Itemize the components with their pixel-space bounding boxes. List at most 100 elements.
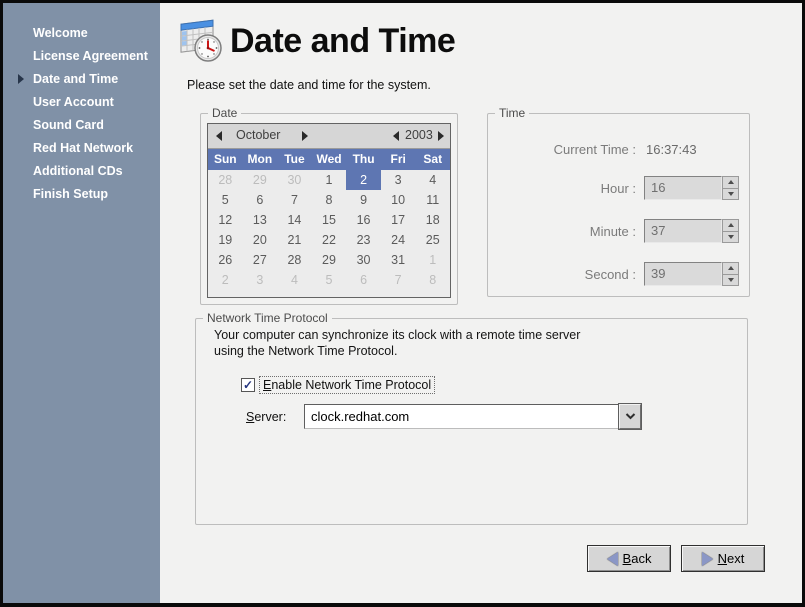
calendar-day-selected[interactable]: 2	[346, 170, 381, 190]
calendar-day[interactable]: 18	[415, 210, 450, 230]
calendar-day[interactable]: 3	[243, 270, 278, 290]
back-arrow-icon	[607, 552, 618, 566]
minute-up-button[interactable]	[722, 219, 739, 232]
hour-up-button[interactable]	[722, 176, 739, 189]
calendar-day[interactable]: 11	[415, 190, 450, 210]
calendar-day[interactable]: 24	[381, 230, 416, 250]
calendar-day[interactable]: 25	[415, 230, 450, 250]
calendar-day[interactable]: 6	[346, 270, 381, 290]
enable-ntp-label[interactable]: Enable Network Time Protocol	[259, 376, 435, 394]
hour-input[interactable]: 16	[644, 176, 722, 200]
calendar-day[interactable]: 29	[312, 250, 347, 270]
sidebar-item-date-and-time[interactable]: Date and Time	[3, 68, 160, 91]
calendar-day[interactable]: 20	[243, 230, 278, 250]
hour-row: Hour : 16	[488, 176, 749, 200]
sidebar-item-additional-cds[interactable]: Additional CDs	[3, 160, 160, 183]
calendar-day[interactable]: 4	[415, 170, 450, 190]
server-dropdown-button[interactable]	[619, 404, 641, 429]
next-button-label: Next	[718, 551, 745, 566]
calendar-day[interactable]: 28	[208, 170, 243, 190]
ntp-group-label: Network Time Protocol	[203, 311, 332, 325]
sidebar-item-user-account[interactable]: User Account	[3, 91, 160, 114]
sidebar-item-welcome[interactable]: Welcome	[3, 22, 160, 45]
prev-month-arrow[interactable]	[216, 131, 222, 141]
calendar-day[interactable]: 8	[312, 190, 347, 210]
next-year-arrow[interactable]	[438, 131, 444, 141]
day-name-thu: Thu	[346, 149, 381, 170]
calendar-day[interactable]: 13	[243, 210, 278, 230]
server-row: Server: clock.redhat.com	[246, 404, 641, 429]
calendar-day[interactable]: 12	[208, 210, 243, 230]
back-button-label: Back	[623, 551, 652, 566]
calendar-widget: October 2003 SunMonTueWedThuFriSat 28293…	[207, 123, 451, 298]
checkmark-icon: ✓	[243, 379, 253, 391]
calendar-day[interactable]: 4	[277, 270, 312, 290]
calendar-day[interactable]: 28	[277, 250, 312, 270]
calendar-month: October	[236, 128, 280, 142]
sidebar-item-license-agreement[interactable]: License Agreement	[3, 45, 160, 68]
calendar-day[interactable]: 7	[277, 190, 312, 210]
setup-wizard-window: WelcomeLicense AgreementDate and TimeUse…	[0, 0, 805, 607]
calendar-day[interactable]: 21	[277, 230, 312, 250]
up-arrow-icon	[728, 266, 734, 270]
calendar-day[interactable]: 15	[312, 210, 347, 230]
current-step-arrow-icon	[18, 74, 24, 84]
calendar-day[interactable]: 3	[381, 170, 416, 190]
sidebar-item-red-hat-network[interactable]: Red Hat Network	[3, 137, 160, 160]
calendar-day[interactable]: 14	[277, 210, 312, 230]
second-down-button[interactable]	[722, 275, 739, 287]
calendar-day[interactable]: 6	[243, 190, 278, 210]
calendar-day[interactable]: 10	[381, 190, 416, 210]
day-name-fri: Fri	[381, 149, 416, 170]
server-input[interactable]: clock.redhat.com	[304, 404, 619, 429]
calendar-day[interactable]: 19	[208, 230, 243, 250]
day-name-sat: Sat	[415, 149, 450, 170]
next-arrow-icon	[702, 552, 713, 566]
ntp-groupbox: Network Time Protocol Your computer can …	[195, 318, 748, 525]
minute-input[interactable]: 37	[644, 219, 722, 243]
next-button[interactable]: Next	[681, 545, 765, 572]
sidebar-item-finish-setup[interactable]: Finish Setup	[3, 183, 160, 206]
chevron-down-icon	[625, 413, 636, 420]
second-up-button[interactable]	[722, 262, 739, 275]
sidebar-item-label: Finish Setup	[33, 187, 108, 201]
calendar-day[interactable]: 16	[346, 210, 381, 230]
calendar-day[interactable]: 31	[381, 250, 416, 270]
hour-down-button[interactable]	[722, 189, 739, 201]
calendar-day[interactable]: 8	[415, 270, 450, 290]
hour-spinner	[722, 176, 739, 200]
page-subtitle: Please set the date and time for the sys…	[187, 78, 431, 92]
calendar-day[interactable]: 22	[312, 230, 347, 250]
minute-down-button[interactable]	[722, 232, 739, 244]
day-name-wed: Wed	[312, 149, 347, 170]
day-name-mon: Mon	[243, 149, 278, 170]
time-groupbox: Time Current Time : 16:37:43 Hour : 16 M…	[487, 113, 750, 297]
ntp-description-line1: Your computer can synchronize its clock …	[214, 328, 580, 342]
calendar-day[interactable]: 5	[312, 270, 347, 290]
second-input[interactable]: 39	[644, 262, 722, 286]
sidebar-item-sound-card[interactable]: Sound Card	[3, 114, 160, 137]
calendar-day[interactable]: 23	[346, 230, 381, 250]
calendar-day[interactable]: 1	[312, 170, 347, 190]
down-arrow-icon	[728, 278, 734, 282]
day-name-tue: Tue	[277, 149, 312, 170]
calendar-day[interactable]: 30	[346, 250, 381, 270]
calendar-day[interactable]: 17	[381, 210, 416, 230]
calendar-day[interactable]: 26	[208, 250, 243, 270]
calendar-day[interactable]: 29	[243, 170, 278, 190]
calendar-clock-icon	[174, 16, 224, 64]
calendar-day[interactable]: 7	[381, 270, 416, 290]
wizard-steps-sidebar: WelcomeLicense AgreementDate and TimeUse…	[3, 3, 160, 603]
calendar-day[interactable]: 2	[208, 270, 243, 290]
prev-year-arrow[interactable]	[393, 131, 399, 141]
calendar-day[interactable]: 27	[243, 250, 278, 270]
time-group-label: Time	[495, 106, 529, 120]
back-button[interactable]: Back	[587, 545, 671, 572]
calendar-day[interactable]: 9	[346, 190, 381, 210]
calendar-header: October 2003	[208, 124, 450, 149]
enable-ntp-checkbox[interactable]: ✓	[241, 378, 255, 392]
calendar-day[interactable]: 1	[415, 250, 450, 270]
calendar-day[interactable]: 30	[277, 170, 312, 190]
next-month-arrow[interactable]	[302, 131, 308, 141]
calendar-day[interactable]: 5	[208, 190, 243, 210]
